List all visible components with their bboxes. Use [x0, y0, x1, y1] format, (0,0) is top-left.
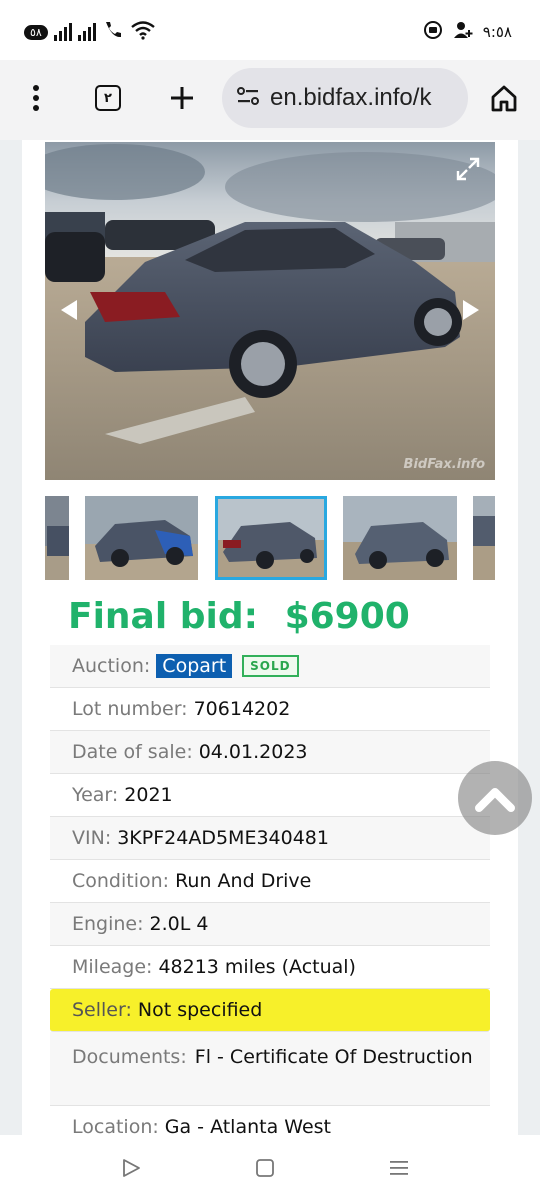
engine-label: Engine:	[72, 913, 144, 935]
recents-button[interactable]	[384, 1153, 414, 1183]
home-button[interactable]	[484, 78, 524, 118]
home-nav-button[interactable]	[250, 1153, 280, 1183]
plus-icon	[171, 87, 193, 109]
condition-value: Run And Drive	[175, 870, 312, 892]
details-table: Auction: Copart SOLD Lot number: 7061420…	[50, 645, 490, 1135]
status-right: ٩:٥٨	[423, 20, 512, 44]
auction-label: Auction:	[72, 655, 151, 677]
sold-badge: SOLD	[242, 655, 299, 677]
square-icon	[256, 1159, 274, 1177]
condition-label: Condition:	[72, 870, 170, 892]
scroll-to-top-button[interactable]	[458, 761, 532, 835]
status-bar: ٥٨ ٩:٥٨	[0, 0, 540, 60]
documents-label: Documents:	[72, 1046, 187, 1068]
mileage-label: Mileage:	[72, 956, 153, 978]
year-value: 2021	[124, 784, 173, 806]
final-bid: Final bid: $6900	[68, 596, 410, 637]
menu-lines-icon	[390, 1161, 408, 1175]
year-label: Year:	[72, 784, 119, 806]
lot-value: 70614202	[193, 698, 291, 720]
location-value: Ga - Atlanta West	[164, 1116, 331, 1135]
listing-card: BidFax.info Final bid: $6900 Auction: Co…	[22, 140, 518, 1135]
row-year: Year: 2021	[50, 774, 490, 817]
vin-label: VIN:	[72, 827, 112, 849]
thumbnail-active[interactable]	[215, 496, 327, 580]
seller-label: Seller:	[72, 999, 132, 1021]
seller-value: Not specified	[137, 999, 263, 1021]
wifi-icon	[130, 20, 156, 44]
watermark: BidFax.info	[403, 457, 485, 472]
url-text: en.bidfax.info/k	[270, 84, 432, 111]
row-auction: Auction: Copart SOLD	[50, 645, 490, 688]
lot-label: Lot number:	[72, 698, 188, 720]
phone-icon	[102, 20, 124, 44]
record-icon	[423, 20, 443, 44]
mileage-value: 48213 miles (Actual)	[158, 956, 356, 978]
back-triangle-icon	[123, 1159, 140, 1177]
battery-pill: ٥٨	[24, 24, 48, 40]
engine-value: 2.0L 4	[149, 913, 209, 935]
next-arrow-icon[interactable]	[461, 298, 481, 326]
row-location: Location: Ga - Atlanta West	[50, 1106, 490, 1135]
row-date-of-sale: Date of sale: 04.01.2023	[50, 731, 490, 774]
row-mileage: Mileage: 48213 miles (Actual)	[50, 946, 490, 989]
site-settings-icon[interactable]	[236, 86, 260, 110]
status-left: ٥٨	[24, 20, 156, 44]
row-seller: Seller: Not specified	[50, 989, 490, 1032]
thumbnail[interactable]	[85, 496, 198, 580]
browser-toolbar: ٢ en.bidfax.info/k	[0, 60, 540, 140]
signal-icon	[77, 23, 96, 41]
menu-dots-icon[interactable]	[16, 78, 56, 118]
new-tab-button[interactable]	[162, 78, 202, 118]
thumbnail[interactable]	[45, 496, 69, 580]
home-icon	[491, 85, 517, 112]
tabs-button[interactable]: ٢	[88, 78, 128, 118]
date-label: Date of sale:	[72, 741, 193, 763]
thumbnail-strip	[45, 496, 495, 580]
signal-icon	[53, 23, 72, 41]
row-documents: Documents: Fl - Certificate Of Destructi…	[50, 1032, 490, 1106]
row-condition: Condition: Run And Drive	[50, 860, 490, 903]
back-button[interactable]	[116, 1153, 146, 1183]
date-value: 04.01.2023	[198, 741, 308, 763]
system-nav-bar	[0, 1135, 540, 1200]
clock: ٩:٥٨	[482, 23, 512, 41]
documents-value: Fl - Certificate Of Destruction	[194, 1046, 473, 1068]
hero-photo[interactable]: BidFax.info	[45, 142, 495, 480]
address-bar[interactable]: en.bidfax.info/k	[222, 68, 468, 128]
web-page: BidFax.info Final bid: $6900 Auction: Co…	[0, 140, 540, 1135]
row-vin: VIN: 3KPF24AD5ME340481	[50, 817, 490, 860]
auction-link[interactable]: Copart	[156, 654, 233, 678]
prev-arrow-icon[interactable]	[59, 298, 79, 326]
tabs-icon: ٢	[95, 85, 121, 111]
person-plus-icon	[453, 20, 473, 44]
location-label: Location:	[72, 1116, 159, 1135]
vin-value: 3KPF24AD5ME340481	[117, 827, 329, 849]
chevron-up-icon	[475, 788, 515, 812]
final-bid-value: $6900	[284, 596, 410, 637]
thumbnail[interactable]	[473, 496, 495, 580]
row-engine: Engine: 2.0L 4	[50, 903, 490, 946]
expand-icon[interactable]	[455, 156, 481, 186]
thumbnail[interactable]	[343, 496, 457, 580]
final-bid-label: Final bid:	[68, 596, 259, 637]
row-lot-number: Lot number: 70614202	[50, 688, 490, 731]
